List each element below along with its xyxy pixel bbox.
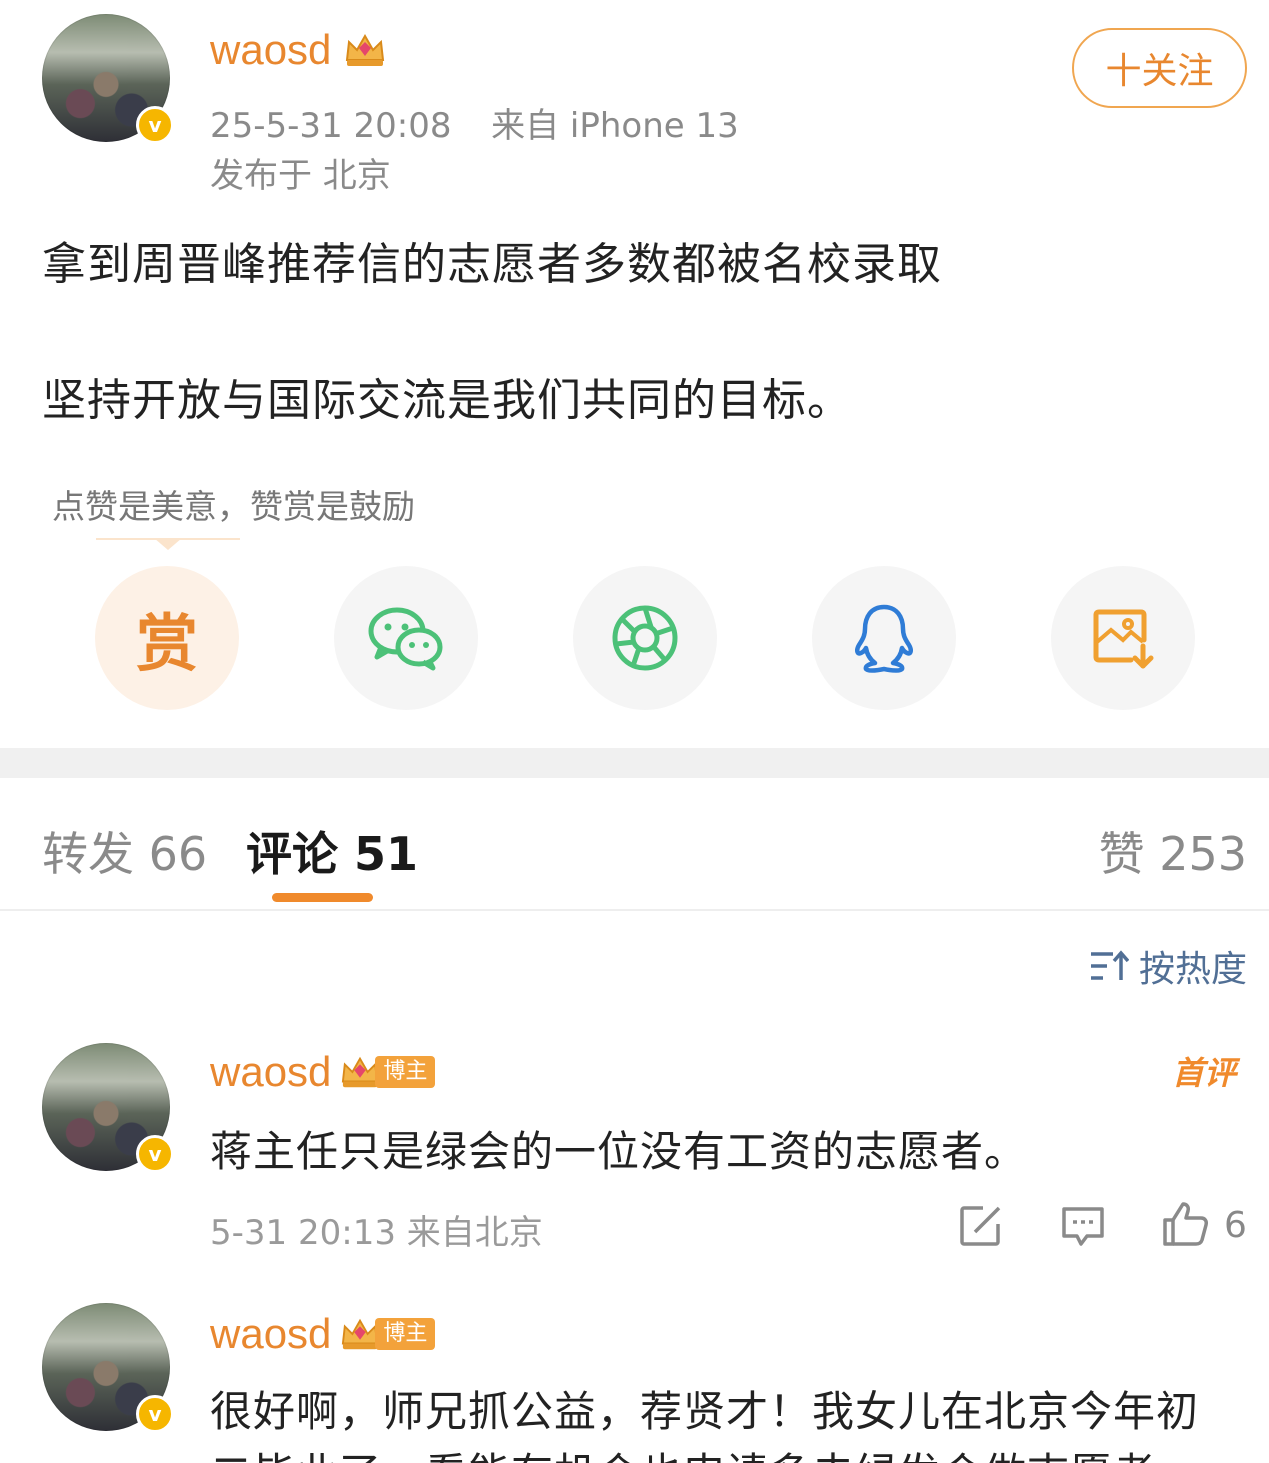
verified-badge-icon: v — [136, 106, 174, 144]
comment-text-line2: 二毕业了，看能有机会也申请多去绿发会做志愿者 — [210, 1440, 1156, 1463]
comment-like-count: 6 — [1224, 1205, 1247, 1246]
share-wechat-button[interactable] — [334, 566, 478, 710]
wechat-icon — [368, 607, 443, 671]
comment-user-row: waosd 博主 — [210, 1310, 436, 1358]
share-comment-icon[interactable] — [959, 1204, 1003, 1248]
verified-badge-icon: v — [136, 1395, 174, 1433]
author-badge: 博主 — [339, 1316, 436, 1352]
first-comment-badge: 首评 — [1172, 1054, 1237, 1092]
follow-button[interactable]: 十关注 — [1072, 28, 1247, 108]
save-image-icon — [1093, 609, 1154, 669]
tab-like[interactable]: 赞 253 — [1099, 818, 1247, 884]
comment-text: 蒋主任只是绿会的一位没有工资的志愿者。 — [210, 1127, 1028, 1176]
share-moments-button[interactable] — [573, 566, 717, 710]
post-paragraph-2: 坚持开放与国际交流是我们共同的目标。 — [42, 375, 852, 426]
vip-crown-icon — [346, 33, 385, 66]
reply-comment-icon[interactable] — [1061, 1204, 1105, 1248]
author-username[interactable]: waosd — [210, 26, 331, 74]
sort-by-hot-button[interactable]: 按热度 — [1089, 940, 1247, 992]
reward-icon: 赏 — [135, 607, 198, 680]
qq-icon — [855, 604, 913, 673]
reward-tip-arrow — [154, 538, 182, 550]
author-name-row: waosd — [210, 26, 387, 74]
comment-text: 很好啊，师兄抓公益，荐贤才！我女儿在北京今年初 — [210, 1387, 1200, 1436]
comment-avatar[interactable]: v — [42, 1043, 174, 1173]
comment-meta: 5-31 20:13 来自北京 — [210, 1213, 543, 1253]
author-badge: 博主 — [339, 1054, 436, 1090]
author-badge-label: 博主 — [375, 1318, 436, 1350]
post-location: 发布于 北京 — [210, 156, 391, 196]
save-image-button[interactable] — [1051, 566, 1195, 710]
post-timestamp: 25-5-31 20:08 — [210, 106, 452, 146]
reward-button[interactable]: 赏 — [95, 566, 239, 710]
author-badge-label: 博主 — [375, 1056, 436, 1088]
comment-username[interactable]: waosd — [210, 1310, 331, 1358]
sort-icon — [1090, 950, 1129, 980]
like-comment-icon[interactable] — [1161, 1200, 1209, 1248]
share-qq-button[interactable] — [812, 566, 956, 710]
tab-bottom-rule — [0, 909, 1269, 911]
post-paragraph-1: 拿到周晋峰推荐信的志愿者多数都被名校录取 — [42, 239, 942, 290]
tab-repost[interactable]: 转发 66 — [42, 818, 207, 884]
comment-user-row: waosd 博主 — [210, 1048, 436, 1096]
moments-icon — [612, 605, 678, 671]
reward-tip: 点赞是美意，赞赏是鼓励 — [52, 487, 415, 526]
post-source: 来自 iPhone 13 — [491, 106, 739, 146]
section-divider — [0, 748, 1269, 778]
verified-badge-icon: v — [136, 1135, 174, 1173]
active-tab-indicator — [272, 893, 373, 902]
tab-comment[interactable]: 评论 51 — [246, 818, 418, 884]
comment-avatar[interactable]: v — [42, 1303, 174, 1433]
post-meta-row: 25-5-31 20:08 来自 iPhone 13 — [210, 98, 739, 147]
sort-label: 按热度 — [1138, 949, 1247, 990]
comment-username[interactable]: waosd — [210, 1048, 331, 1096]
author-avatar[interactable]: v — [42, 14, 174, 144]
